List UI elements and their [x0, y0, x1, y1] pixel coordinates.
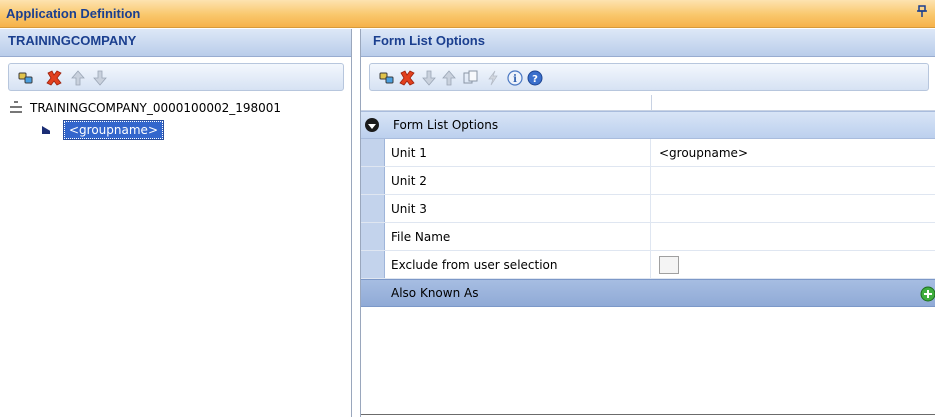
tree-child-node[interactable]: <groupname> [42, 120, 164, 140]
right-panel: Form List Options i ? Form List Options … [360, 29, 935, 417]
window-title: Application Definition [6, 6, 141, 21]
property-value-file-name[interactable] [651, 223, 935, 250]
property-name: Unit 2 [385, 167, 651, 194]
add-icon[interactable] [920, 286, 935, 302]
panel-bottom-border [361, 414, 935, 415]
delete-icon[interactable] [398, 69, 416, 87]
property-row-file-name[interactable]: File Name [361, 223, 935, 251]
property-name: Unit 3 [385, 195, 651, 222]
right-toolbar: i ? [369, 63, 929, 91]
property-value-unit-1[interactable]: <groupname> [651, 139, 935, 166]
application-title-bar: Application Definition [0, 0, 935, 28]
delete-icon[interactable] [45, 69, 63, 87]
link-icon[interactable] [17, 69, 35, 87]
help-icon[interactable]: ? [526, 69, 544, 87]
copy-icon[interactable] [462, 69, 480, 87]
right-panel-header: Form List Options [361, 29, 935, 57]
left-toolbar [8, 63, 344, 91]
property-grid: Form List Options Unit 1 <groupname> Uni… [361, 95, 935, 307]
exclude-checkbox[interactable] [659, 255, 679, 274]
category-form-list-options[interactable]: Form List Options [361, 111, 935, 139]
left-panel-header: TRAININGCOMPANY [0, 29, 351, 57]
property-name: Exclude from user selection [385, 251, 651, 278]
link-icon[interactable] [378, 69, 396, 87]
info-icon[interactable]: i [506, 69, 524, 87]
property-name: File Name [385, 223, 651, 250]
category-label: Form List Options [393, 118, 499, 132]
left-panel: TRAININGCOMPANY TRAININGCOMPANY_00001000… [0, 29, 352, 417]
property-value-exclude[interactable] [651, 251, 935, 278]
property-row-unit-1[interactable]: Unit 1 <groupname> [361, 139, 935, 167]
svg-text:?: ? [532, 74, 538, 85]
collapse-icon[interactable] [365, 118, 379, 132]
property-value-unit-3[interactable] [651, 195, 935, 222]
also-known-as-label: Also Known As [391, 286, 479, 300]
move-up-icon[interactable] [440, 69, 458, 87]
also-known-as-row[interactable]: Also Known As [361, 279, 935, 307]
tree-child-label[interactable]: <groupname> [63, 120, 164, 140]
pin-icon[interactable] [915, 5, 929, 19]
property-name: Unit 1 [385, 139, 651, 166]
property-value-unit-2[interactable] [651, 167, 935, 194]
tree-root-label: TRAININGCOMPANY_0000100002_198001 [30, 101, 282, 115]
property-row-exclude[interactable]: Exclude from user selection [361, 251, 935, 279]
tree-root-icon [10, 101, 24, 115]
node-icon [42, 126, 50, 134]
move-up-icon[interactable] [69, 69, 87, 87]
svg-text:i: i [513, 74, 517, 85]
lightning-icon[interactable] [484, 69, 502, 87]
move-down-icon[interactable] [420, 69, 438, 87]
grid-top-strip [361, 95, 935, 111]
move-down-icon[interactable] [91, 69, 109, 87]
tree-root-node[interactable]: TRAININGCOMPANY_0000100002_198001 [10, 99, 350, 117]
property-row-unit-2[interactable]: Unit 2 [361, 167, 935, 195]
property-row-unit-3[interactable]: Unit 3 [361, 195, 935, 223]
